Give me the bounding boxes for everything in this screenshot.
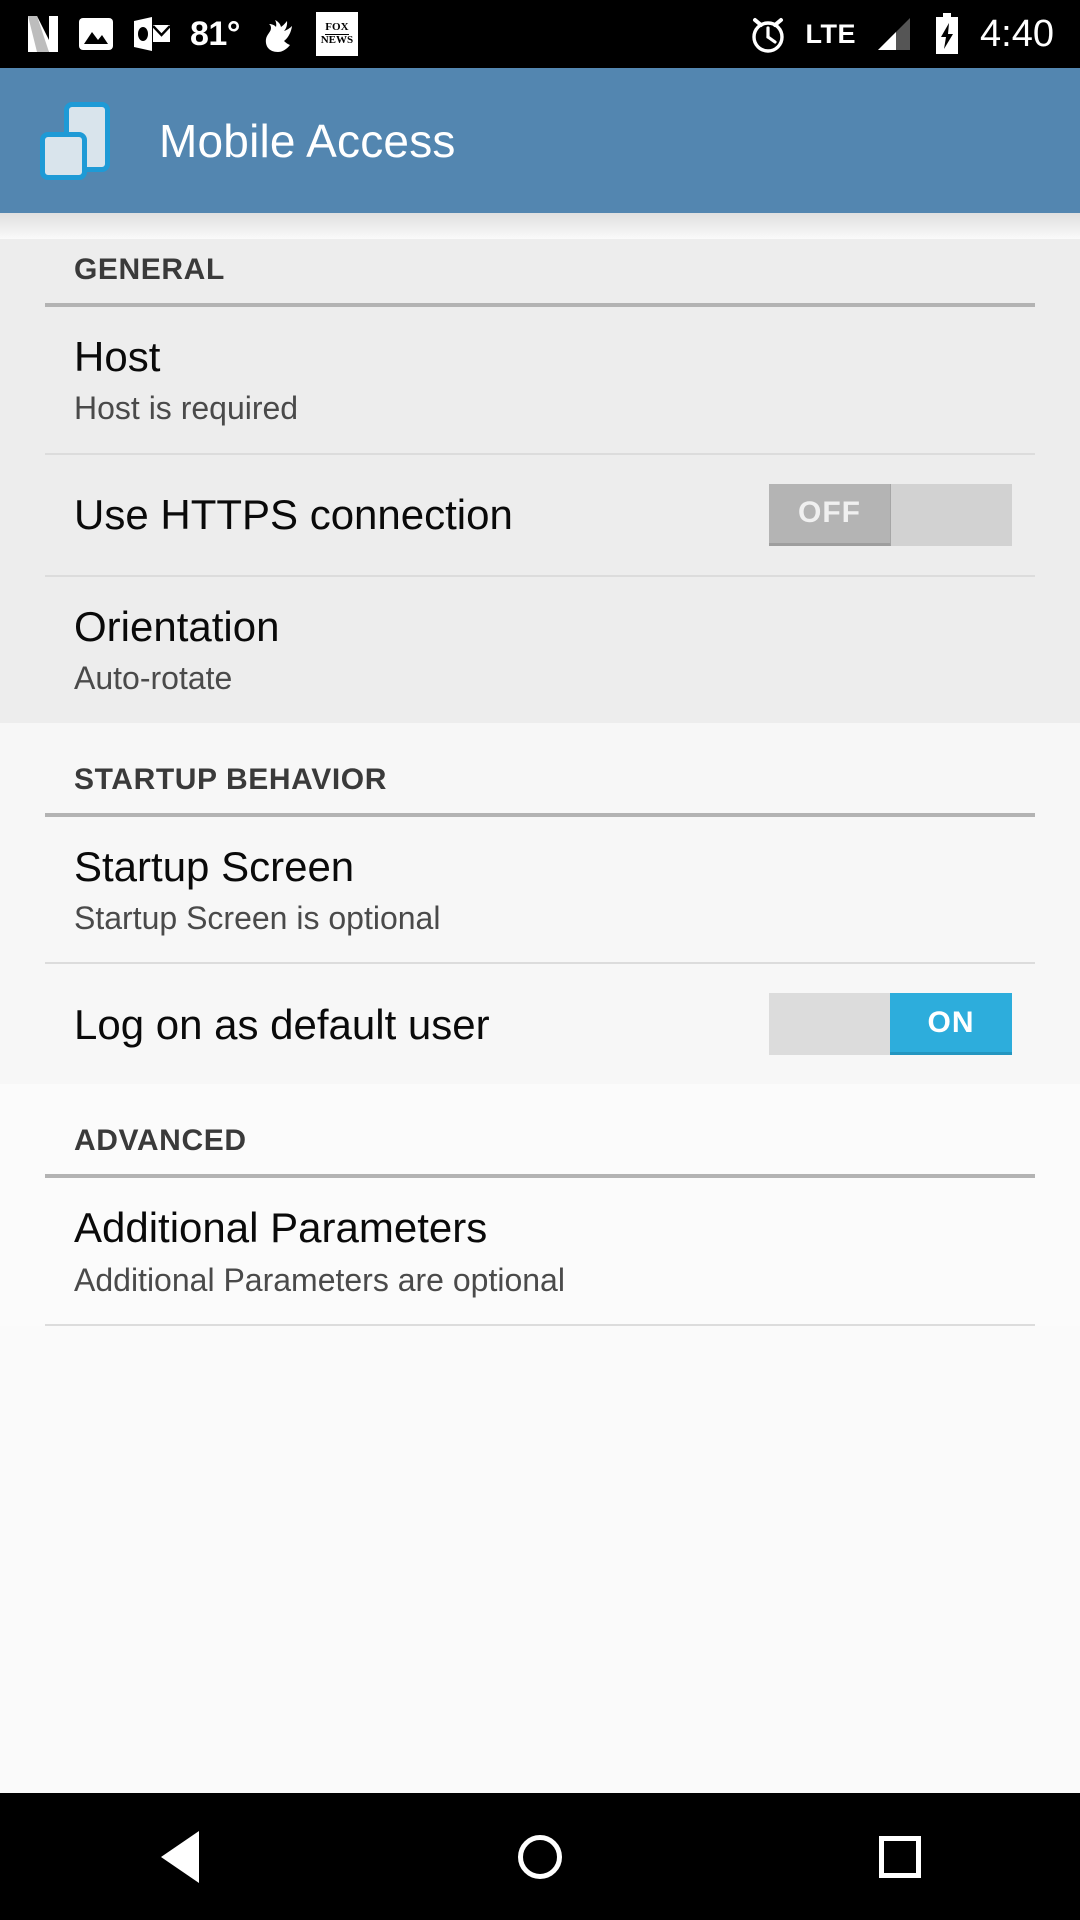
section-advanced: ADVANCED Additional Parameters Additiona… bbox=[0, 1084, 1080, 1327]
section-general: GENERAL Host Host is required Use HTTPS … bbox=[0, 213, 1080, 723]
network-type-indicator: LTE bbox=[805, 18, 857, 49]
section-header-startup-behavior: STARTUP BEHAVIOR bbox=[74, 762, 387, 796]
navigation-bar bbox=[0, 1793, 1080, 1920]
fox-news-label-bottom: NEWS bbox=[320, 34, 354, 46]
preference-row-additional-parameters[interactable]: Additional Parameters Additional Paramet… bbox=[0, 1178, 1080, 1324]
switch-thumb[interactable]: OFF bbox=[769, 483, 891, 546]
recents-button[interactable] bbox=[840, 1793, 960, 1920]
temperature-indicator: 81° bbox=[190, 14, 240, 53]
row-summary: Startup Screen is optional bbox=[74, 899, 441, 936]
row-text-block: Log on as default user bbox=[74, 1001, 769, 1048]
row-text-block: Use HTTPS connection bbox=[74, 491, 769, 538]
preference-row-log-on-as-default-user[interactable]: Log on as default user ON bbox=[0, 964, 1080, 1084]
list-top-shadow bbox=[0, 213, 1080, 239]
page-title: Mobile Access bbox=[159, 114, 456, 167]
status-bar-clock: 4:40 bbox=[980, 12, 1054, 55]
status-bar: 81° FOX NEWS LTE 4:40 bbox=[0, 0, 1080, 68]
row-title: Log on as default user bbox=[74, 1000, 490, 1048]
phone-shape bbox=[40, 131, 87, 180]
section-header-advanced: ADVANCED bbox=[74, 1124, 247, 1158]
row-title: Use HTTPS connection bbox=[74, 491, 513, 539]
switch-thumb[interactable]: ON bbox=[890, 993, 1012, 1056]
mobile-access-app-icon bbox=[40, 101, 112, 180]
signal-strength-icon bbox=[874, 14, 914, 54]
back-button[interactable] bbox=[120, 1793, 240, 1920]
recents-square-icon bbox=[879, 1835, 921, 1878]
android-screen: 81° FOX NEWS LTE 4:40 Mobile Access GENE… bbox=[0, 0, 1080, 1920]
alarm-icon bbox=[748, 13, 788, 55]
default-user-toggle-switch[interactable]: ON bbox=[769, 993, 1012, 1056]
row-text-block: Host Host is required bbox=[74, 333, 1040, 427]
https-toggle-switch[interactable]: OFF bbox=[769, 483, 1012, 546]
outlook-icon bbox=[132, 15, 172, 53]
netflix-icon bbox=[26, 14, 60, 54]
section-startup-behavior: STARTUP BEHAVIOR Startup Screen Startup … bbox=[0, 722, 1080, 1085]
status-bar-system-icons: LTE 4:40 bbox=[748, 12, 1054, 56]
battery-charging-icon bbox=[932, 12, 962, 56]
preference-row-host[interactable]: Host Host is required bbox=[0, 307, 1080, 453]
row-summary: Host is required bbox=[74, 390, 299, 427]
back-triangle-icon bbox=[161, 1830, 199, 1883]
app-bar: Mobile Access bbox=[0, 68, 1080, 213]
fox-news-icon: FOX NEWS bbox=[315, 12, 358, 56]
row-summary: Auto-rotate bbox=[74, 659, 233, 696]
status-bar-notifications: 81° FOX NEWS bbox=[26, 12, 748, 56]
row-divider bbox=[45, 1324, 1035, 1327]
row-title: Additional Parameters bbox=[74, 1204, 488, 1252]
preference-row-use-https-connection[interactable]: Use HTTPS connection OFF bbox=[0, 455, 1080, 575]
row-text-block: Additional Parameters Additional Paramet… bbox=[74, 1204, 1040, 1298]
preference-row-startup-screen[interactable]: Startup Screen Startup Screen is optiona… bbox=[0, 817, 1080, 963]
row-title: Startup Screen bbox=[74, 842, 355, 890]
row-title: Host bbox=[74, 333, 161, 380]
settings-list[interactable]: GENERAL Host Host is required Use HTTPS … bbox=[0, 213, 1080, 1793]
twitter-bird-icon bbox=[258, 14, 298, 54]
home-button[interactable] bbox=[480, 1793, 600, 1920]
preference-row-orientation[interactable]: Orientation Auto-rotate bbox=[0, 577, 1080, 723]
row-text-block: Startup Screen Startup Screen is optiona… bbox=[74, 843, 1040, 937]
home-circle-icon bbox=[518, 1834, 562, 1879]
row-text-block: Orientation Auto-rotate bbox=[74, 603, 1040, 697]
row-summary: Additional Parameters are optional bbox=[74, 1261, 565, 1298]
row-title: Orientation bbox=[74, 602, 280, 650]
photos-icon bbox=[78, 15, 114, 53]
